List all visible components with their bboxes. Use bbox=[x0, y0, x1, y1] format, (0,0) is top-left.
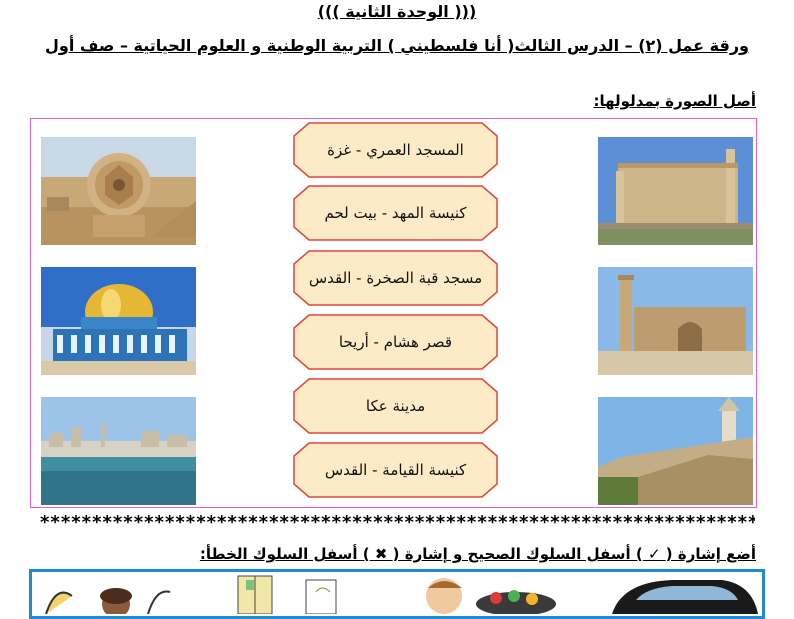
unit-title: ((( الوحدة الثانية ))) bbox=[317, 2, 477, 21]
cross-mark-icon: ✖ bbox=[374, 545, 388, 563]
behaviour-picture-1[interactable] bbox=[36, 574, 176, 614]
behaviour-picture-2[interactable] bbox=[236, 574, 366, 614]
matching-heading: أصل الصورة بمدلولها: bbox=[593, 92, 756, 110]
hisham-palace-photo[interactable] bbox=[41, 137, 196, 245]
worksheet-title: ورقة عمل (٢) – الدرس الثالث( أنا فلسطيني… bbox=[44, 36, 749, 55]
car-illustration bbox=[602, 574, 758, 614]
label-text: قصر هشام - أريحا bbox=[338, 333, 453, 351]
behaviour-picture-4[interactable] bbox=[602, 574, 758, 614]
label-text: مدينة عكا bbox=[365, 397, 426, 415]
label-text: المسجد العمري - غزة bbox=[327, 141, 464, 159]
label-holy-sepulchre[interactable]: كنيسة القيامة - القدس bbox=[293, 442, 498, 498]
nativity-church-image bbox=[598, 397, 753, 505]
label-dome-of-rock[interactable]: مسجد قبة الصخرة - القدس bbox=[293, 250, 498, 306]
room-illustration bbox=[236, 574, 366, 614]
omari-mosque-image bbox=[598, 267, 753, 375]
label-nativity-church[interactable]: كنيسة المهد - بيت لحم bbox=[293, 185, 498, 241]
acre-city-photo[interactable] bbox=[41, 397, 196, 505]
heading-part1: أضع إشارة ( bbox=[665, 545, 756, 563]
heading-part3: ) أسفل السلوك الخطأ: bbox=[199, 545, 370, 563]
dome-of-rock-photo[interactable] bbox=[41, 267, 196, 375]
label-text: مسجد قبة الصخرة - القدس bbox=[308, 269, 483, 287]
label-hisham-palace[interactable]: قصر هشام - أريحا bbox=[293, 314, 498, 370]
acre-city-image bbox=[41, 397, 196, 505]
child-waving-illustration bbox=[36, 574, 176, 614]
label-text: كنيسة القيامة - القدس bbox=[324, 461, 467, 479]
heading-part2: ) أسفل السلوك الصحيح و إشارة ( bbox=[392, 545, 643, 563]
label-omari-mosque-gaza[interactable]: المسجد العمري - غزة bbox=[293, 122, 498, 178]
behaviour-picture-3[interactable] bbox=[424, 574, 570, 614]
omari-mosque-photo[interactable] bbox=[598, 267, 753, 375]
dome-of-rock-image bbox=[41, 267, 196, 375]
hisham-palace-image bbox=[41, 137, 196, 245]
nativity-church-photo[interactable] bbox=[598, 397, 753, 505]
ibrahimi-mosque-photo[interactable] bbox=[598, 137, 753, 245]
label-acre-city[interactable]: مدينة عكا bbox=[293, 378, 498, 434]
behaviour-heading: أضع إشارة ( ✓ ) أسفل السلوك الصحيح و إشا… bbox=[200, 545, 756, 563]
check-mark-icon: ✓ bbox=[647, 545, 661, 563]
star-separator: ****************************************… bbox=[40, 514, 755, 532]
label-text: كنيسة المهد - بيت لحم bbox=[324, 204, 467, 222]
woman-with-food-illustration bbox=[424, 574, 570, 614]
ibrahimi-mosque-image bbox=[598, 137, 753, 245]
